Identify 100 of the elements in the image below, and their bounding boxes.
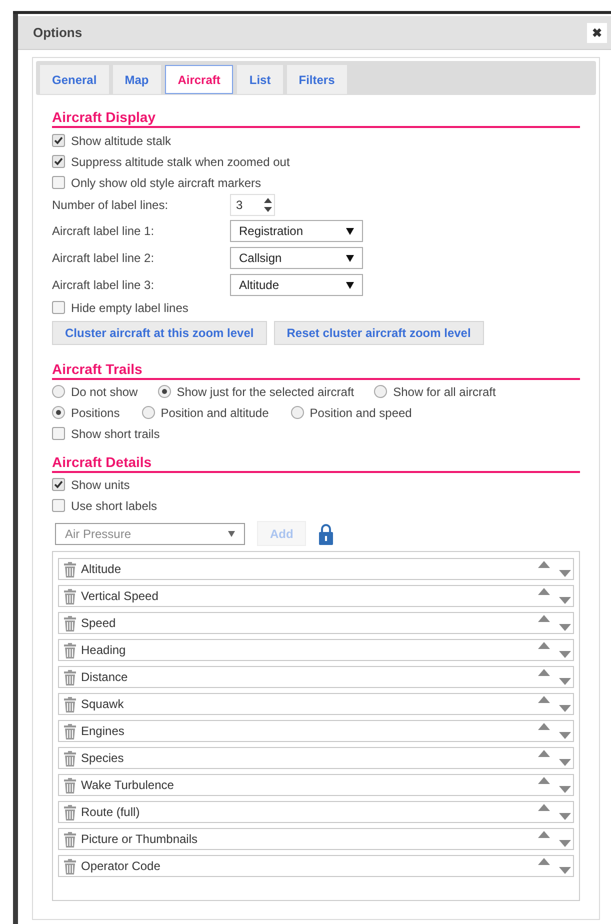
trash-icon[interactable]	[63, 588, 77, 604]
field-label: Aircraft label line 1:	[52, 223, 156, 240]
move-up-icon[interactable]	[538, 588, 550, 595]
field-label: Number of label lines:	[52, 196, 170, 214]
trash-icon[interactable]	[63, 804, 77, 820]
radio-button[interactable]	[52, 385, 65, 398]
move-down-icon[interactable]	[559, 597, 571, 604]
detail-item[interactable]: Vertical Speed	[58, 585, 574, 607]
move-down-icon[interactable]	[559, 678, 571, 685]
checkbox-label: Show altitude stalk	[71, 132, 172, 150]
trash-icon[interactable]	[63, 776, 77, 794]
radio-button[interactable]	[142, 406, 155, 419]
checkbox-label: Use short labels	[71, 498, 158, 514]
trash-icon[interactable]	[63, 858, 77, 874]
detail-item[interactable]: Wake Turbulence	[58, 774, 574, 796]
checkbox[interactable]	[52, 427, 65, 440]
detail-label: Speed	[81, 615, 117, 632]
checkbox[interactable]	[52, 478, 65, 491]
move-up-icon[interactable]	[538, 615, 550, 622]
field-label: Aircraft label line 3:	[52, 277, 156, 294]
detail-item[interactable]: Picture or Thumbnails	[58, 828, 574, 850]
move-down-icon[interactable]	[559, 813, 571, 820]
radio-button[interactable]	[158, 385, 171, 398]
detail-label: Vertical Speed	[81, 588, 160, 605]
radio-button[interactable]	[290, 406, 304, 419]
move-down-icon[interactable]	[559, 867, 571, 874]
trash-icon[interactable]	[63, 614, 77, 632]
radio-label: Positions	[71, 404, 120, 422]
move-down-icon[interactable]	[559, 570, 571, 577]
trash-icon[interactable]	[63, 560, 77, 578]
detail-item[interactable]: Heading	[58, 639, 574, 661]
detail-label: Operator Code	[81, 858, 162, 875]
checkbox-label: Show short trails	[71, 426, 160, 442]
tab[interactable]: Aircraft	[164, 65, 234, 94]
move-up-icon[interactable]	[538, 831, 550, 838]
checkbox[interactable]	[52, 155, 65, 168]
move-down-icon[interactable]	[559, 786, 571, 793]
checkbox[interactable]	[52, 301, 65, 314]
tab[interactable]: General	[40, 65, 109, 94]
move-up-icon[interactable]	[538, 561, 550, 568]
radio-label: Show for all aircraft	[393, 384, 496, 400]
checkbox-label: Suppress altitude stalk when zoomed out	[71, 154, 290, 170]
detail-item[interactable]: Species	[58, 747, 574, 769]
dropdown[interactable]: Callsign	[230, 247, 363, 269]
move-up-icon[interactable]	[538, 750, 550, 757]
checkbox[interactable]	[52, 176, 65, 189]
move-up-icon[interactable]	[538, 777, 550, 784]
radio-button[interactable]	[374, 385, 388, 398]
field-dropdown[interactable]: Air Pressure	[55, 522, 245, 544]
number-spinner[interactable]: 3	[230, 194, 275, 216]
checkbox-label: Hide empty label lines	[71, 300, 188, 316]
move-down-icon[interactable]	[559, 759, 571, 766]
checkbox-label: Show units	[71, 476, 130, 494]
move-up-icon[interactable]	[538, 723, 550, 730]
detail-item[interactable]: Distance	[58, 666, 574, 688]
checkbox[interactable]	[52, 499, 65, 512]
move-up-icon[interactable]	[538, 696, 550, 703]
tab[interactable]: Map	[112, 65, 161, 94]
radio-button[interactable]	[52, 406, 65, 419]
checkbox[interactable]	[52, 134, 65, 147]
cluster-button[interactable]: Cluster aircraft at this zoom level	[52, 321, 267, 345]
radio-label: Position and altitude	[160, 404, 269, 422]
radio-label: Do not show	[71, 384, 138, 400]
trash-icon[interactable]	[63, 696, 77, 712]
detail-label: Heading	[81, 642, 127, 659]
detail-item[interactable]: Squawk	[58, 693, 574, 715]
detail-item[interactable]: Speed	[58, 612, 574, 634]
dropdown[interactable]: Altitude	[230, 274, 363, 296]
radio-label: Show just for the selected aircraft	[176, 384, 354, 400]
caret-icon	[228, 530, 235, 536]
detail-item[interactable]: Engines	[58, 720, 574, 742]
move-down-icon[interactable]	[559, 732, 571, 739]
detail-item[interactable]: Altitude	[58, 558, 574, 580]
detail-item[interactable]: Operator Code	[58, 855, 574, 877]
move-up-icon[interactable]	[538, 804, 550, 811]
move-down-icon[interactable]	[559, 705, 571, 712]
section-heading: Aircraft Details	[52, 454, 580, 473]
field-label: Aircraft label line 2:	[52, 250, 156, 267]
radio-label: Position and speed	[310, 404, 412, 422]
trash-icon[interactable]	[63, 830, 77, 848]
trash-icon[interactable]	[63, 750, 77, 766]
move-up-icon[interactable]	[538, 858, 550, 865]
trash-icon[interactable]	[63, 722, 77, 740]
trash-icon[interactable]	[63, 642, 77, 658]
detail-item[interactable]: Route (full)	[58, 801, 574, 823]
lock-icon[interactable]	[318, 522, 334, 544]
tab[interactable]: List	[237, 65, 283, 94]
close-button[interactable]: ✖	[587, 22, 607, 42]
move-down-icon[interactable]	[559, 624, 571, 631]
move-down-icon[interactable]	[559, 651, 571, 658]
move-up-icon[interactable]	[538, 669, 550, 676]
caret-icon	[346, 254, 354, 262]
cluster-button[interactable]: Reset cluster aircraft zoom level	[274, 321, 484, 345]
tab[interactable]: Filters	[286, 65, 347, 94]
caret-icon	[346, 228, 354, 234]
section-heading: Aircraft Trails	[52, 361, 580, 380]
move-up-icon[interactable]	[538, 642, 550, 649]
trash-icon[interactable]	[63, 668, 77, 686]
move-down-icon[interactable]	[559, 840, 571, 847]
dropdown[interactable]: Registration	[230, 220, 363, 242]
